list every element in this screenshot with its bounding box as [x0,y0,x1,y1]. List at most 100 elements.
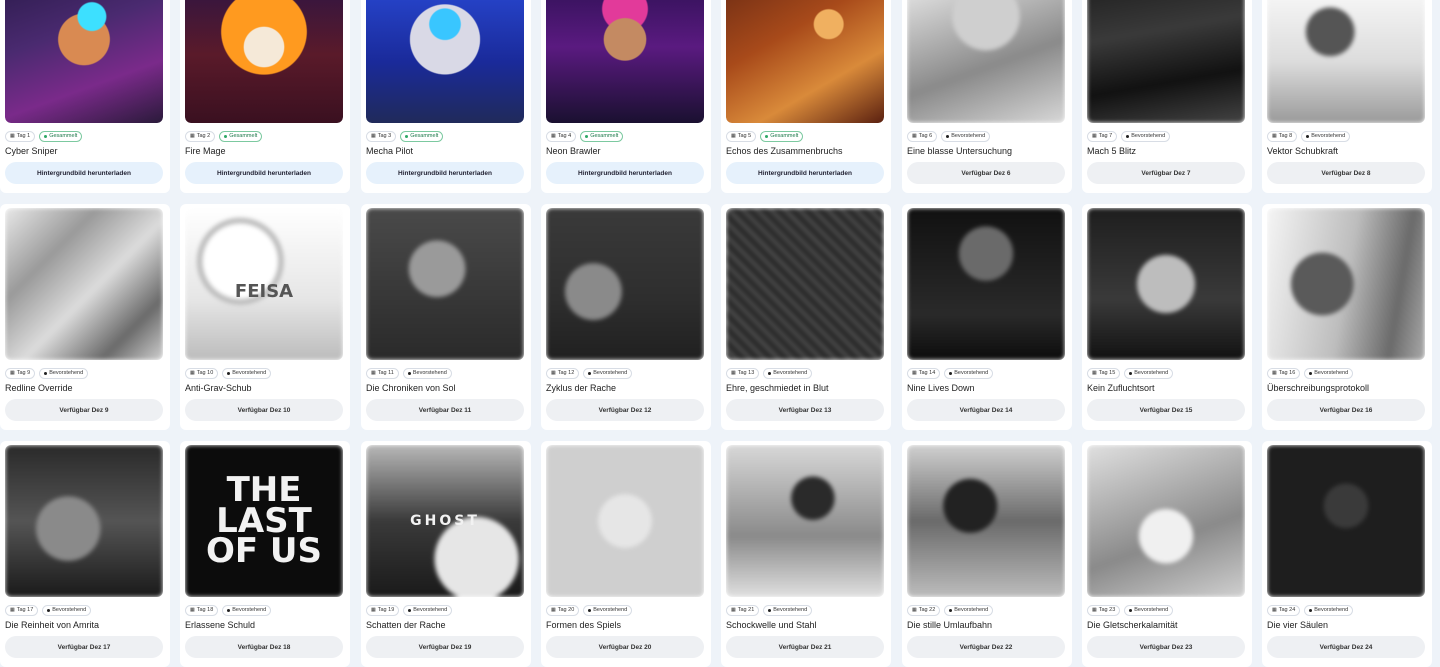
download-wallpaper-button[interactable]: Hintergrundbild herunterladen [546,162,704,184]
wallpaper-title: Erlassene Schuld [185,620,256,630]
availability-button[interactable]: Verfügbar Dez 19 [366,636,524,658]
calendar-icon: ▦ [371,607,376,613]
wallpaper-card: THE LAST OF US ▦ Tag 18 Bevorstehend Erlasse… [180,441,350,667]
card-tags: ▦ Tag 4 Gesammelt [546,131,706,142]
availability-button[interactable]: Verfügbar Dez 24 [1267,636,1425,658]
download-wallpaper-button[interactable]: Hintergrundbild herunterladen [5,162,163,184]
status-label: Bevorstehend [593,370,628,376]
status-badge: Bevorstehend [944,368,994,379]
artwork-logo-text: GHOST [410,512,480,529]
card-tags: ▦ Tag 2 Gesammelt [185,131,345,142]
wallpaper-card: ▦ Tag 6 Bevorstehend Eine blasse Untersuchu… [902,0,1072,193]
status-dot-icon [44,135,48,138]
availability-button[interactable]: Verfügbar Dez 22 [907,636,1065,658]
wallpaper-card: ▦ Tag 13 Bevorstehend Ehre, geschmiedet in … [721,204,891,430]
status-badge: Bevorstehend [402,368,452,379]
availability-button[interactable]: Verfügbar Dez 8 [1267,162,1425,184]
wallpaper-artwork [546,0,704,123]
wallpaper-artwork [546,445,704,597]
wallpaper-card: ▦ Tag 11 Bevorstehend Die Chroniken von Sol… [361,204,531,430]
wallpaper-thumbnail[interactable] [185,0,343,123]
availability-button[interactable]: Verfügbar Dez 18 [185,636,343,658]
wallpaper-thumbnail [5,445,163,597]
calendar-icon: ▦ [371,133,376,139]
day-label: Tag 6 [918,133,933,139]
availability-button[interactable]: Verfügbar Dez 13 [726,399,884,421]
wallpaper-thumbnail [546,208,704,360]
day-label: Tag 19 [377,607,395,613]
wallpaper-artwork [1087,445,1245,597]
wallpaper-title: Die vier Säulen [1267,620,1329,630]
wallpaper-thumbnail: THE LAST OF US [185,445,343,597]
wallpaper-title: Mach 5 Blitz [1087,146,1137,156]
wallpaper-thumbnail[interactable] [366,0,524,123]
availability-button[interactable]: Verfügbar Dez 10 [185,399,343,421]
availability-button[interactable]: Verfügbar Dez 15 [1087,399,1245,421]
availability-button[interactable]: Verfügbar Dez 20 [546,636,704,658]
card-tags: ▦ Tag 17 Bevorstehend [5,605,165,616]
availability-button[interactable]: Verfügbar Dez 7 [1087,162,1245,184]
day-label: Tag 3 [377,133,392,139]
card-tags: ▦ Tag 7 Bevorstehend [1087,131,1247,142]
status-dot-icon [1129,609,1133,612]
day-badge: ▦ Tag 20 [546,605,580,616]
availability-button[interactable]: Verfügbar Dez 17 [5,636,163,658]
status-dot-icon [44,372,48,375]
status-label: Bevorstehend [773,607,808,613]
status-dot-icon [227,609,231,612]
day-badge: ▦ Tag 14 [907,368,941,379]
wallpaper-thumbnail[interactable] [5,0,163,123]
status-dot-icon [1306,135,1310,138]
status-dot-icon [1309,609,1313,612]
download-wallpaper-button[interactable]: Hintergrundbild herunterladen [366,162,524,184]
calendar-icon: ▦ [1272,133,1277,139]
availability-button[interactable]: Verfügbar Dez 6 [907,162,1065,184]
wallpaper-title: Die Chroniken von Sol [366,383,456,393]
availability-button[interactable]: Verfügbar Dez 14 [907,399,1065,421]
wallpaper-artwork [907,208,1065,360]
availability-button[interactable]: Verfügbar Dez 12 [546,399,704,421]
card-tags: ▦ Tag 9 Bevorstehend [5,368,165,379]
day-badge: ▦ Tag 22 [907,605,941,616]
status-label: Bevorstehend [954,607,989,613]
status-label: Bevorstehend [1131,133,1166,139]
day-label: Tag 4 [557,133,572,139]
day-badge: ▦ Tag 4 [546,131,577,142]
wallpaper-card: ▦ Tag 8 Bevorstehend Vektor Schubkraft Verfü… [1262,0,1432,193]
wallpaper-artwork [1087,208,1245,360]
card-tags: ▦ Tag 24 Bevorstehend [1267,605,1427,616]
card-tags: ▦ Tag 19 Bevorstehend [366,605,526,616]
download-wallpaper-button[interactable]: Hintergrundbild herunterladen [185,162,343,184]
wallpaper-artwork [366,0,524,123]
day-label: Tag 7 [1098,133,1113,139]
day-label: Tag 15 [1098,370,1116,376]
availability-button[interactable]: Verfügbar Dez 21 [726,636,884,658]
status-dot-icon [405,135,409,138]
card-tags: ▦ Tag 20 Bevorstehend [546,605,706,616]
status-badge: Gesammelt [580,131,624,142]
wallpaper-artwork [907,0,1065,123]
availability-button[interactable]: Verfügbar Dez 16 [1267,399,1425,421]
artwork-logo-text: THE LAST OF US [205,470,323,572]
wallpaper-card: ▦ Tag 4 Gesammelt Neon Brawler Hintergrundbi… [541,0,711,193]
wallpaper-title: Zyklus der Rache [546,383,617,393]
wallpaper-artwork [366,208,524,360]
availability-button[interactable]: Verfügbar Dez 11 [366,399,524,421]
wallpaper-artwork [907,445,1065,597]
wallpaper-title: Die stille Umlaufbahn [907,620,993,630]
status-label: Bevorstehend [49,370,84,376]
wallpaper-artwork [185,0,343,123]
day-badge: ▦ Tag 13 [726,368,760,379]
wallpaper-thumbnail: FEISA [185,208,343,360]
wallpaper-thumbnail[interactable] [546,0,704,123]
availability-button[interactable]: Verfügbar Dez 23 [1087,636,1245,658]
status-dot-icon [949,609,953,612]
download-wallpaper-button[interactable]: Hintergrundbild herunterladen [726,162,884,184]
wallpaper-title: Die Reinheit von Amrita [5,620,100,630]
availability-button[interactable]: Verfügbar Dez 9 [5,399,163,421]
card-tags: ▦ Tag 11 Bevorstehend [366,368,526,379]
wallpaper-thumbnail[interactable] [726,0,884,123]
status-dot-icon [407,372,411,375]
status-dot-icon [1126,135,1130,138]
day-label: Tag 8 [1278,133,1293,139]
